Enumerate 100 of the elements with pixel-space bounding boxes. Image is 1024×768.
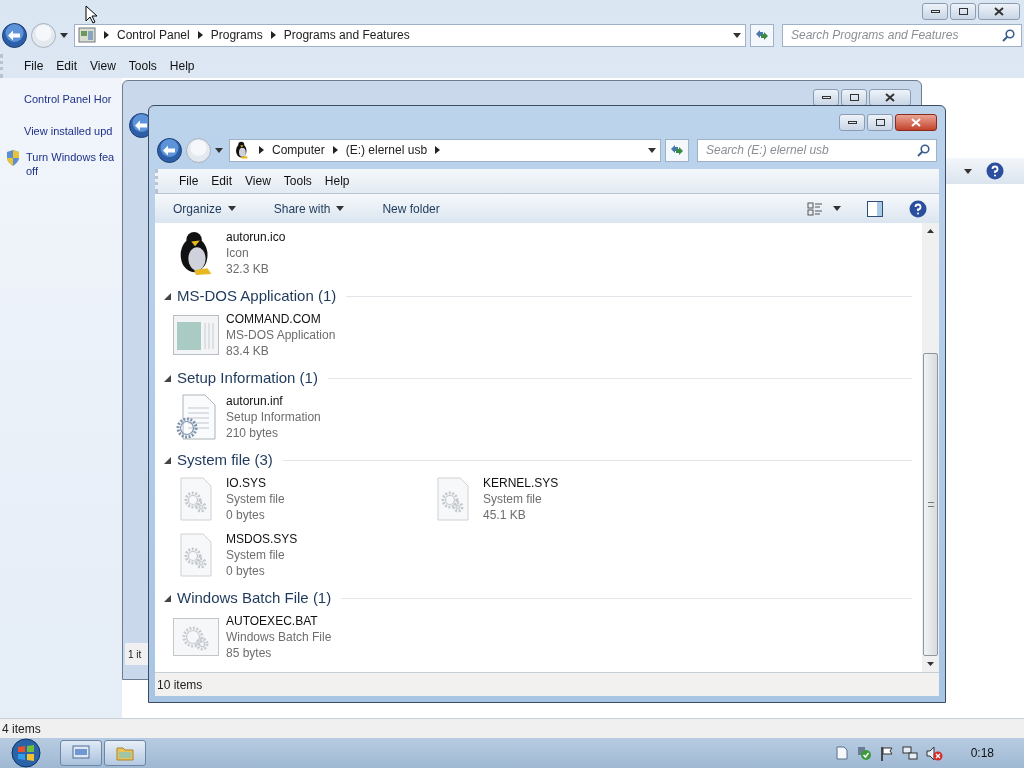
- minimize-button[interactable]: [839, 114, 865, 131]
- menu-item[interactable]: View: [85, 57, 121, 75]
- chevron-icon: [332, 146, 338, 154]
- chevron-icon: [259, 146, 264, 154]
- chevron-icon: [270, 31, 276, 39]
- close-icon: [911, 118, 921, 127]
- file-name[interactable]: KERNEL.SYS: [483, 475, 559, 491]
- sidebar-link[interactable]: View installed upd: [24, 124, 113, 138]
- view-caret-icon[interactable]: [964, 168, 972, 174]
- close-icon: [885, 93, 895, 102]
- address-bar[interactable]: Computer (E:) elernel usb: [229, 138, 661, 162]
- clock[interactable]: 0:18: [970, 744, 994, 762]
- status-text: 4 items: [2, 720, 41, 738]
- menu-item[interactable]: Edit: [206, 172, 238, 190]
- file-size: 45.1 KB: [483, 507, 527, 523]
- group-header[interactable]: MS-DOS Application (1): [177, 284, 337, 308]
- breadcrumb[interactable]: Programs: [210, 26, 263, 44]
- status-text: 10 items: [157, 676, 203, 694]
- command-button[interactable]: New folder: [376, 199, 446, 218]
- file-type: Icon: [226, 245, 250, 261]
- document-icon[interactable]: [835, 746, 848, 760]
- history-caret-icon[interactable]: [215, 147, 223, 153]
- file-name[interactable]: IO.SYS: [226, 475, 285, 491]
- file-name[interactable]: autorun.ico: [226, 229, 286, 245]
- refresh-icon[interactable]: [754, 28, 770, 42]
- taskbar-button[interactable]: [104, 740, 146, 766]
- file-type: Windows Batch File: [226, 629, 332, 645]
- chevron-icon: [435, 146, 441, 154]
- window-icon: [72, 745, 90, 761]
- scroll-down-icon[interactable]: [927, 662, 934, 666]
- command-button[interactable]: Organize: [167, 199, 242, 218]
- back-button[interactable]: [2, 22, 27, 48]
- collapse-icon[interactable]: [164, 374, 171, 382]
- chevron-icon: [197, 31, 203, 39]
- mouse-cursor-icon: [85, 5, 98, 24]
- command-button[interactable]: Share with: [267, 199, 351, 218]
- caret-icon[interactable]: [336, 206, 345, 211]
- view-icon[interactable]: [807, 201, 823, 216]
- file-type: MS-DOS Application: [226, 327, 336, 343]
- menu-item[interactable]: File: [174, 172, 204, 190]
- search-icon[interactable]: [917, 143, 930, 157]
- breadcrumb[interactable]: Control Panel: [117, 26, 190, 44]
- file-size: 210 bytes: [226, 425, 280, 441]
- search-icon[interactable]: [1002, 28, 1015, 42]
- collapse-icon[interactable]: [164, 292, 171, 300]
- help-icon[interactable]: [986, 162, 1004, 180]
- close-button[interactable]: [895, 114, 937, 131]
- settings-document-icon: [179, 533, 213, 577]
- refresh-icon[interactable]: [669, 143, 685, 157]
- help-icon[interactable]: [909, 199, 927, 218]
- preview-pane-icon[interactable]: [867, 200, 883, 217]
- sidebar-link[interactable]: off: [26, 164, 115, 178]
- file-name[interactable]: autorun.inf: [226, 393, 321, 409]
- file-name[interactable]: MSDOS.SYS: [226, 531, 298, 547]
- view-caret-icon[interactable]: [833, 206, 841, 211]
- control-panel-icon: [78, 27, 96, 43]
- file-type: System file: [226, 547, 286, 563]
- caret-icon[interactable]: [227, 206, 236, 211]
- file-name[interactable]: AUTOEXEC.BAT: [226, 613, 332, 629]
- menu-item[interactable]: Tools: [278, 172, 317, 190]
- collapse-icon[interactable]: [164, 594, 171, 602]
- scroll-up-icon[interactable]: [927, 229, 934, 233]
- menu-item[interactable]: Help: [164, 57, 200, 75]
- collapse-icon[interactable]: [164, 456, 171, 464]
- shield-icon: [6, 150, 20, 166]
- settings-window-icon: [173, 618, 219, 656]
- security-check-icon[interactable]: [855, 745, 872, 761]
- file-size: 85 bytes: [226, 645, 273, 661]
- sidebar-link[interactable]: Control Panel Hor: [24, 92, 112, 106]
- close-button[interactable]: [978, 3, 1020, 20]
- network-icon[interactable]: [901, 745, 918, 761]
- minimize-button[interactable]: [922, 3, 948, 20]
- back-button[interactable]: [157, 137, 182, 163]
- maximize-button[interactable]: [950, 3, 976, 20]
- breadcrumb[interactable]: (E:) elernel usb: [345, 141, 428, 159]
- taskbar-button[interactable]: [60, 740, 102, 766]
- address-caret-icon[interactable]: [733, 32, 741, 38]
- sidebar-link[interactable]: Turn Windows fea: [26, 150, 115, 164]
- address-bar[interactable]: Control Panel Programs Programs and Features: [74, 23, 746, 47]
- breadcrumb[interactable]: Computer: [272, 141, 325, 159]
- settings-document-icon: [436, 477, 470, 521]
- breadcrumb[interactable]: Programs and Features: [283, 26, 410, 44]
- menu-item[interactable]: File: [19, 57, 49, 75]
- menu-item[interactable]: Help: [319, 172, 355, 190]
- address-caret-icon[interactable]: [648, 147, 656, 153]
- maximize-button[interactable]: [867, 114, 893, 131]
- file-type: Setup Information: [226, 409, 321, 425]
- file-name[interactable]: COMMAND.COM: [226, 311, 336, 327]
- menu-item[interactable]: Edit: [51, 57, 83, 75]
- menu-item[interactable]: Tools: [123, 57, 162, 75]
- group-header[interactable]: Windows Batch File (1): [177, 586, 332, 610]
- file-size: 83.4 KB: [226, 343, 270, 359]
- history-caret-icon[interactable]: [60, 32, 68, 38]
- menu-item[interactable]: View: [240, 172, 276, 190]
- scrollbar[interactable]: [922, 223, 939, 672]
- group-header[interactable]: Setup Information (1): [177, 366, 318, 390]
- group-header[interactable]: System file (3): [177, 448, 273, 472]
- settings-document-icon: [179, 477, 213, 521]
- muted-speaker-icon[interactable]: [925, 745, 943, 761]
- flag-icon[interactable]: [879, 745, 894, 761]
